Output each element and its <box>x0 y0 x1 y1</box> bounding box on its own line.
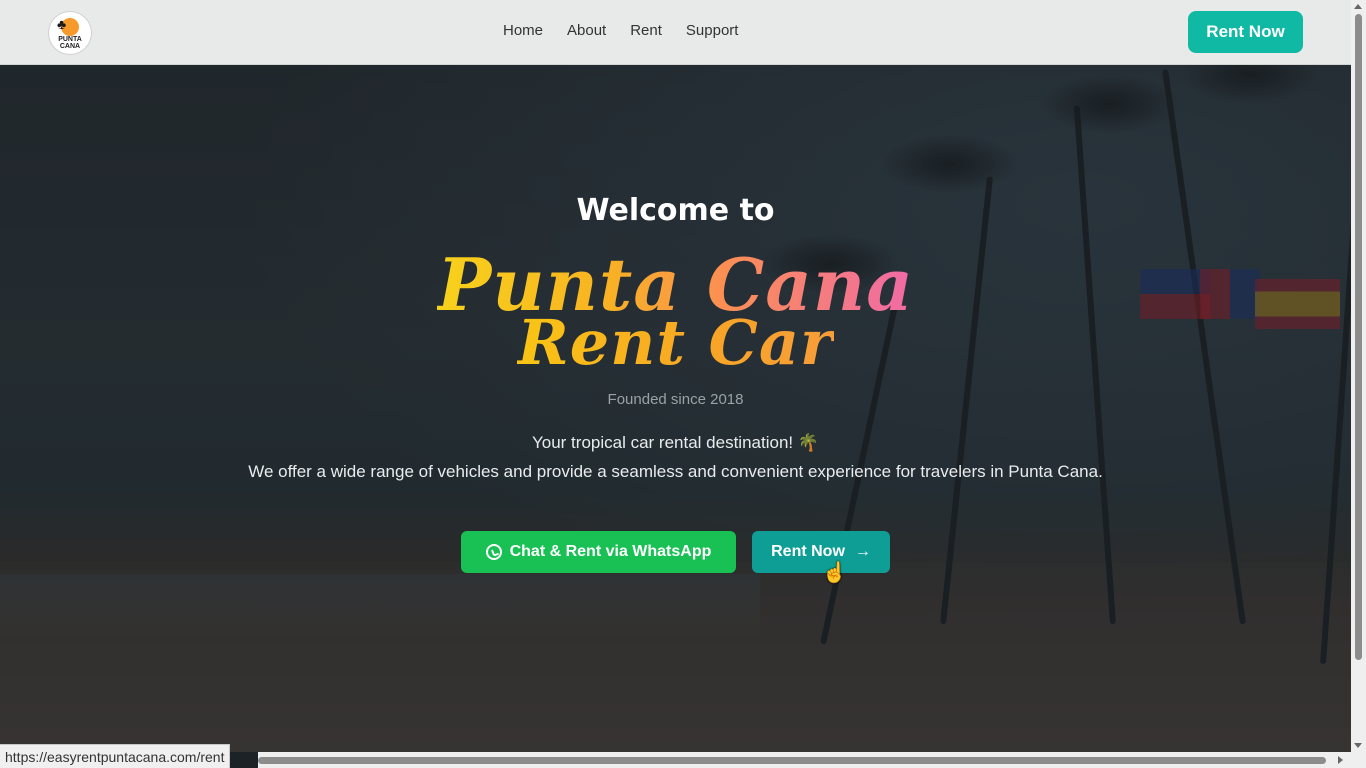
whatsapp-rent-button[interactable]: Chat & Rent via WhatsApp <box>461 531 736 573</box>
status-url-bar: https://easyrentpuntacana.com/rent <box>0 744 231 768</box>
palm-icon: ♣ <box>57 16 67 32</box>
whatsapp-button-label: Chat & Rent via WhatsApp <box>509 543 712 560</box>
scroll-up-arrow-icon[interactable] <box>1354 4 1362 9</box>
scroll-down-arrow-icon[interactable] <box>1354 743 1362 748</box>
nav-item-home[interactable]: Home <box>503 22 543 39</box>
hero-background <box>0 64 1351 752</box>
founded-text: Founded since 2018 <box>607 391 744 408</box>
hero-rent-now-button[interactable]: Rent Now → <box>752 531 890 573</box>
arrow-right-icon: → <box>854 543 871 560</box>
logo-text: PUNTA CANA <box>58 36 82 50</box>
vertical-scrollbar-thumb[interactable] <box>1355 14 1362 660</box>
scroll-right-arrow-icon[interactable] <box>1338 756 1343 764</box>
site-logo[interactable]: ♣ PUNTA CANA <box>48 11 92 55</box>
welcome-heading: Welcome to <box>576 193 775 228</box>
whatsapp-icon <box>485 544 502 560</box>
horizontal-scrollbar[interactable] <box>258 752 1351 768</box>
hand-pointer-icon: ☝ <box>822 562 847 584</box>
brand-title-line2: Rent Car <box>0 306 1351 380</box>
main-nav: Home About Rent Support <box>503 22 738 39</box>
hero-overlay <box>0 64 1351 752</box>
vertical-scrollbar[interactable] <box>1351 0 1366 752</box>
rent-button-label: Rent Now <box>771 543 845 560</box>
scrollbar-corner <box>1351 752 1366 768</box>
nav-item-about[interactable]: About <box>567 22 606 39</box>
horizontal-scrollbar-thumb[interactable] <box>258 757 1326 764</box>
header-rent-now-button[interactable]: Rent Now <box>1188 11 1303 53</box>
brand-title-line2-text: Rent Car <box>517 306 834 379</box>
tagline-primary: Your tropical car rental destination! 🌴 <box>531 433 820 452</box>
nav-item-rent[interactable]: Rent <box>630 22 662 39</box>
nav-item-support[interactable]: Support <box>686 22 739 39</box>
site-header: ♣ PUNTA CANA Home About Rent Support Ren… <box>0 0 1351 65</box>
tagline-description: We offer a wide range of vehicles and pr… <box>248 462 1103 481</box>
